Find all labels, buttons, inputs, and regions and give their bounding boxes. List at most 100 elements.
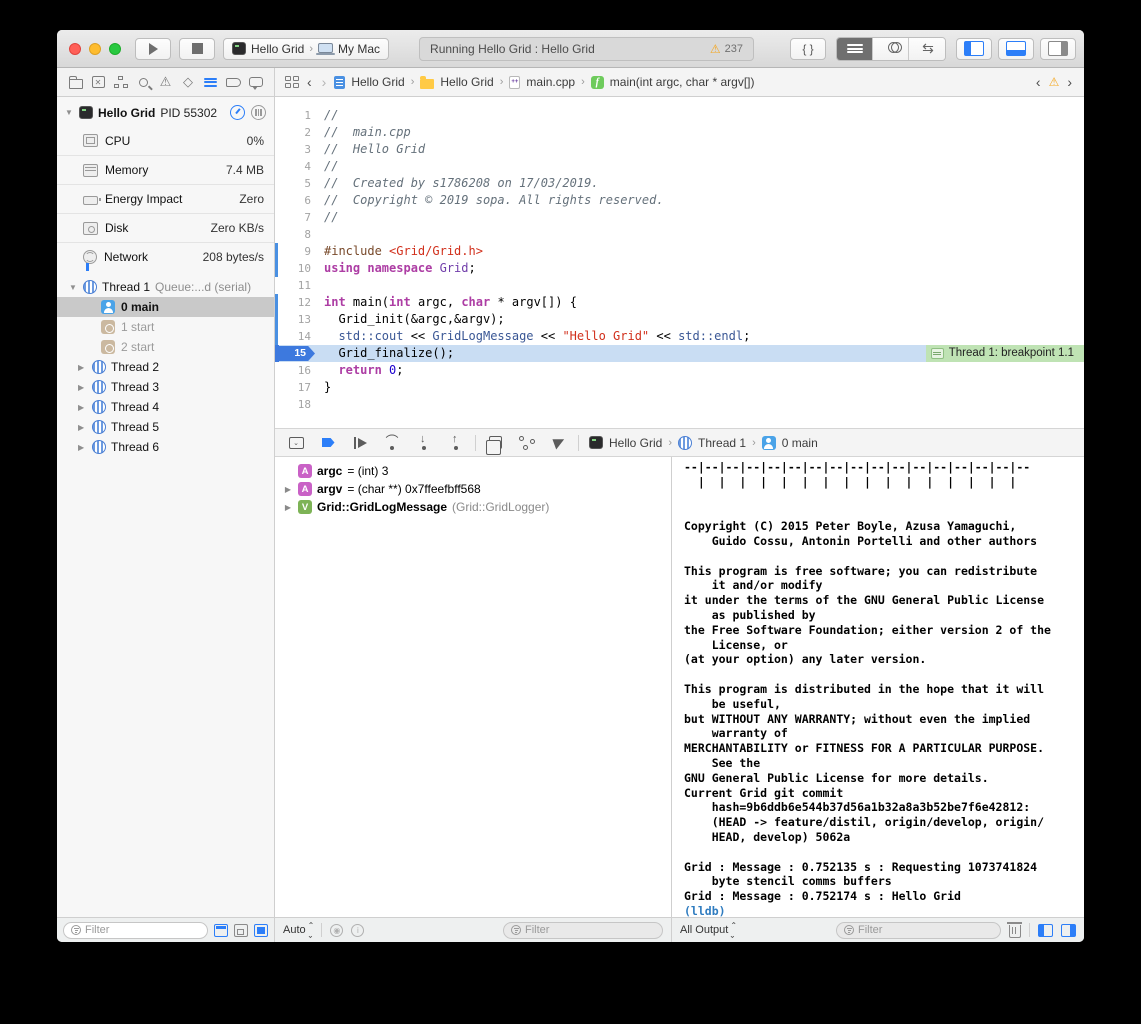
hide-debug-area-button[interactable]: ⌄ <box>287 435 305 451</box>
gauge-row-energy-impact[interactable]: Energy Impact Zero <box>57 184 274 213</box>
line-number[interactable]: 11 <box>275 277 311 294</box>
line-number[interactable]: 18 <box>275 396 311 413</box>
line-number[interactable]: 9 <box>275 243 311 260</box>
line-number[interactable]: 6 <box>275 192 311 209</box>
variables-view[interactable]: A argc = (int) 3▶ A argv = (char **) 0x7… <box>275 457 672 917</box>
breakpoint-badge[interactable]: 15 <box>277 346 315 361</box>
breakpoint-annotation[interactable]: Thread 1: breakpoint 1.1 <box>926 345 1084 362</box>
run-button[interactable] <box>135 38 171 60</box>
thread-row-thread-5[interactable]: ▶ Thread 5 <box>57 417 274 437</box>
toggle-debug-area-button[interactable] <box>998 38 1034 60</box>
info-icon[interactable]: i <box>351 924 364 937</box>
line-number[interactable]: 8 <box>275 226 311 243</box>
thread-row-thread-6[interactable]: ▶ Thread 6 <box>57 437 274 457</box>
source-editor[interactable]: 1//2// main.cpp3// Hello Grid4//5// Crea… <box>275 97 1084 428</box>
variable-row-argv[interactable]: ▶ A argv = (char **) 0x7ffeefbff568 <box>275 480 671 498</box>
warning-badge[interactable]: ⚠237 <box>710 42 743 56</box>
standard-editor-button[interactable] <box>837 38 873 60</box>
breakpoint-gutter[interactable]: 15 <box>275 345 311 362</box>
variable-row-argc[interactable]: A argc = (int) 3 <box>275 462 671 480</box>
report-navigator-icon[interactable] <box>247 74 264 91</box>
variable-row-grid-gridlogmessage[interactable]: ▶ V Grid::GridLogMessage (Grid::GridLogg… <box>275 498 671 516</box>
previous-issue-button[interactable]: ‹ <box>1034 74 1043 90</box>
filter-threads-icon[interactable] <box>254 924 268 937</box>
gauge-row-memory[interactable]: Memory 7.4 MB <box>57 155 274 184</box>
gauge-row-cpu[interactable]: CPU 0% <box>57 126 274 155</box>
line-number[interactable]: 16 <box>275 362 311 379</box>
breakpoint-navigator-icon[interactable] <box>225 74 242 91</box>
navigator-filter-input[interactable]: Filter <box>63 922 208 939</box>
crumb-thread[interactable]: Thread 1 <box>698 436 746 450</box>
stack-frame-0-main[interactable]: 0 main <box>57 297 274 317</box>
filter-gauges-icon[interactable] <box>214 924 228 937</box>
issue-navigator-icon[interactable]: ⚠ <box>157 74 174 91</box>
profile-gauge-icon[interactable] <box>230 105 245 120</box>
minimize-window-button[interactable] <box>89 43 101 55</box>
breadcrumb-group[interactable]: Hello Grid <box>440 75 493 89</box>
breakpoints-toggle-button[interactable] <box>319 435 337 451</box>
version-editor-button[interactable]: ⇆ <box>909 38 945 60</box>
thread-row-thread-3[interactable]: ▶ Thread 3 <box>57 377 274 397</box>
show-console-icon[interactable] <box>1061 924 1076 937</box>
crumb-process[interactable]: Hello Grid <box>609 436 662 450</box>
zoom-window-button[interactable] <box>109 43 121 55</box>
disclosure-triangle-icon[interactable]: ▼ <box>65 108 74 117</box>
step-into-button[interactable] <box>415 435 433 451</box>
scheme-selector[interactable]: Hello Grid › My Mac <box>223 38 389 60</box>
quicklook-eye-icon[interactable]: ◉ <box>330 924 343 937</box>
line-number[interactable]: 4 <box>275 158 311 175</box>
line-number[interactable]: 1 <box>275 107 311 124</box>
disclosure-triangle-icon[interactable]: ▼ <box>69 283 78 292</box>
next-issue-button[interactable]: › <box>1065 74 1074 90</box>
disclosure-triangle-icon[interactable]: ▶ <box>78 363 87 372</box>
gauge-row-network[interactable]: Network 208 bytes/s <box>57 242 274 271</box>
clear-console-icon[interactable] <box>1009 925 1021 938</box>
variables-filter-input[interactable]: Filter <box>503 922 663 939</box>
stack-frame-1-start[interactable]: 1 start <box>57 317 274 337</box>
project-navigator-icon[interactable] <box>67 74 84 91</box>
variable-scope-selector[interactable]: Auto ⌃⌃ <box>283 922 313 938</box>
stop-button[interactable] <box>179 38 215 60</box>
breadcrumb-file[interactable]: main.cpp <box>526 75 575 89</box>
disclosure-triangle-icon[interactable]: ▶ <box>78 403 87 412</box>
disclosure-triangle-icon[interactable]: ▶ <box>283 485 293 494</box>
filter-frames-icon[interactable] <box>234 924 248 937</box>
console-output[interactable]: --|--|--|--|--|--|--|--|--|--|--|--|--|-… <box>672 457 1084 917</box>
disclosure-triangle-icon[interactable]: ▶ <box>78 423 87 432</box>
console-output-selector[interactable]: All Output ⌃⌃ <box>680 922 736 938</box>
breadcrumb-symbol[interactable]: main(int argc, char * argv[]) <box>610 75 755 89</box>
line-number[interactable]: 2 <box>275 124 311 141</box>
stack-frame-2-start[interactable]: 2 start <box>57 337 274 357</box>
view-hierarchy-button[interactable] <box>486 435 504 451</box>
find-navigator-icon[interactable] <box>135 74 152 91</box>
test-navigator-icon[interactable]: ◇ <box>180 74 197 91</box>
line-number[interactable]: 17 <box>275 379 311 396</box>
line-number[interactable]: 7 <box>275 209 311 226</box>
disclosure-triangle-icon[interactable]: ▶ <box>78 443 87 452</box>
simulate-location-button[interactable] <box>550 435 568 451</box>
disclosure-triangle-icon[interactable]: ▶ <box>283 503 293 512</box>
line-number[interactable]: 3 <box>275 141 311 158</box>
go-back-button[interactable]: ‹ <box>305 74 314 90</box>
assistant-editor-button[interactable] <box>873 38 909 60</box>
console-filter-input[interactable]: Filter <box>836 922 1001 939</box>
go-forward-button[interactable]: › <box>320 74 329 90</box>
continue-button[interactable] <box>351 435 369 451</box>
line-number[interactable]: 10 <box>275 260 311 277</box>
close-window-button[interactable] <box>69 43 81 55</box>
related-items-icon[interactable] <box>285 76 299 88</box>
line-number[interactable]: 5 <box>275 175 311 192</box>
toggle-navigator-button[interactable] <box>956 38 992 60</box>
line-number[interactable]: 14 <box>275 328 311 345</box>
thread-row-thread-2[interactable]: ▶ Thread 2 <box>57 357 274 377</box>
crumb-frame[interactable]: 0 main <box>782 436 818 450</box>
breadcrumb-project[interactable]: Hello Grid <box>351 75 404 89</box>
library-button[interactable]: { } <box>790 38 826 60</box>
line-number[interactable]: 13 <box>275 311 311 328</box>
symbol-navigator-icon[interactable] <box>112 74 129 91</box>
gauge-row-disk[interactable]: Disk Zero KB/s <box>57 213 274 242</box>
source-control-navigator-icon[interactable]: ✕ <box>90 74 107 91</box>
debug-navigator-icon[interactable] <box>202 74 219 91</box>
memory-graph-button[interactable] <box>518 435 536 451</box>
step-over-button[interactable] <box>383 435 401 451</box>
